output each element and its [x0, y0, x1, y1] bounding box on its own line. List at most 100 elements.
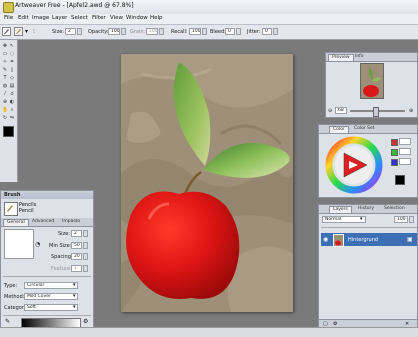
brush-spacing-field[interactable]: 20: [71, 253, 82, 260]
zoom-slider-handle[interactable]: [373, 107, 379, 117]
smudge-icon[interactable]: ☌: [9, 91, 15, 97]
mirror-icon[interactable]: ⇋: [9, 115, 15, 121]
bleed-field[interactable]: 0: [225, 28, 235, 35]
dropdown-arrow-icon[interactable]: ▾: [25, 28, 28, 35]
color-swatch-3[interactable]: [391, 159, 398, 166]
rotate-icon[interactable]: ↻: [2, 115, 8, 121]
size-spinner[interactable]: [77, 28, 82, 35]
brush-minsize-field[interactable]: 50: [71, 242, 82, 249]
brush-icon[interactable]: ✎: [2, 67, 8, 73]
preview-thumbnail: [360, 63, 384, 99]
shape-icon[interactable]: ◇: [9, 75, 15, 81]
chevron-down-icon: ▾: [73, 304, 76, 310]
hand-icon[interactable]: ✋: [2, 107, 8, 113]
menu-image[interactable]: Image: [32, 15, 49, 21]
tab-impasto[interactable]: Impasto: [59, 219, 83, 225]
select-rect-icon[interactable]: ▭: [2, 51, 8, 57]
menu-select[interactable]: Select: [71, 15, 88, 21]
preview-zoom-field[interactable]: 68: [335, 107, 347, 114]
opacity-spinner[interactable]: [121, 28, 126, 35]
preview-panel: Preview Info ⊖ 68 ⊕: [325, 52, 418, 118]
blur-icon[interactable]: ◐: [9, 99, 15, 105]
tab-advanced[interactable]: Advanced: [29, 219, 57, 225]
tab-general[interactable]: General: [3, 219, 29, 226]
gradient-icon[interactable]: ▤: [9, 83, 15, 89]
menu-help[interactable]: Help: [150, 15, 163, 21]
tab-selection[interactable]: Selection: [381, 206, 408, 212]
pencil-tool-icon[interactable]: [14, 27, 23, 36]
brush-method-select[interactable]: Mild Cover: [24, 293, 78, 300]
jitter-field[interactable]: 0: [262, 28, 272, 35]
color-wheel[interactable]: [325, 136, 383, 194]
jitter-spinner[interactable]: [273, 28, 278, 35]
document-canvas[interactable]: [121, 54, 293, 312]
color-swatch-2[interactable]: [391, 149, 398, 156]
layer-opacity-spinner[interactable]: [409, 216, 414, 223]
lock-icon[interactable]: ▣: [407, 236, 413, 243]
menu-layer[interactable]: Layer: [52, 15, 67, 21]
tool-settings-icon[interactable]: ⁝: [33, 28, 35, 35]
tab-info[interactable]: Info: [352, 54, 367, 60]
text-icon[interactable]: T: [2, 75, 8, 81]
brush-type-select[interactable]: Circular: [24, 282, 78, 289]
brush-minsize-spinner[interactable]: [83, 242, 88, 249]
tab-history[interactable]: History: [355, 206, 377, 212]
min-size-icon[interactable]: ◔: [35, 241, 40, 248]
brush-feature-spinner[interactable]: [83, 265, 88, 272]
brush-feature-field[interactable]: 1: [71, 265, 82, 272]
menu-file[interactable]: File: [4, 15, 13, 21]
opacity-field[interactable]: 100: [108, 28, 120, 35]
tab-preview[interactable]: Preview: [328, 54, 354, 61]
size-label: Size:: [52, 29, 64, 35]
layer-row[interactable]: ◉ Hintergrund ▣: [321, 233, 417, 247]
color-g-field[interactable]: [399, 148, 411, 155]
eyedropper-icon[interactable]: ⁄: [2, 91, 8, 97]
tab-layers[interactable]: Layers: [329, 206, 352, 213]
primary-color-swatch[interactable]: [3, 126, 14, 137]
window-title: Artweaver Free - [Apfel2.awd @ 67.8%]: [15, 2, 134, 9]
magic-wand-icon[interactable]: ✧: [2, 59, 8, 65]
zoom-icon[interactable]: ⌕: [9, 107, 15, 113]
menu-edit[interactable]: Edit: [18, 15, 29, 21]
move-tool-icon[interactable]: ✥: [2, 43, 8, 49]
grain-spinner[interactable]: [159, 28, 164, 35]
size-field[interactable]: 2: [65, 28, 76, 35]
tab-color-set[interactable]: Color Set: [351, 126, 378, 132]
brush-category-select[interactable]: Soft: [24, 304, 78, 311]
brush-variant[interactable]: Pencil: [19, 208, 34, 214]
menu-filter[interactable]: Filter: [92, 15, 106, 21]
brush-minsize-label: Min Size:: [49, 243, 72, 249]
lasso-icon[interactable]: ◌: [9, 51, 15, 57]
brush-category-icon[interactable]: [4, 202, 18, 216]
fill-icon[interactable]: ◍: [2, 83, 8, 89]
color-b-field[interactable]: [399, 158, 411, 165]
brush-options-icon[interactable]: ⚙: [83, 318, 88, 325]
brush-size-spinner[interactable]: [83, 230, 88, 237]
menu-view[interactable]: View: [110, 15, 123, 21]
recall-field[interactable]: 100: [189, 28, 201, 35]
color-current-swatch[interactable]: [395, 175, 405, 185]
grain-field[interactable]: 100: [146, 28, 158, 35]
brush-size-field[interactable]: 2: [71, 230, 82, 237]
brush-small-icon[interactable]: ✎: [5, 318, 10, 325]
brush-preset-icon[interactable]: [2, 27, 11, 36]
arrow-tool-icon[interactable]: ↖: [9, 43, 15, 49]
zoom-in-icon[interactable]: ⊕: [409, 108, 413, 114]
brush-type-label: Type:: [4, 283, 18, 289]
eraser-icon[interactable]: ▯: [9, 67, 15, 73]
bleed-spinner[interactable]: [236, 28, 241, 35]
recall-spinner[interactable]: [202, 28, 207, 35]
jitter-label: Jitter:: [247, 29, 261, 35]
color-r-field[interactable]: [399, 138, 411, 145]
clone-icon[interactable]: ⊕: [2, 99, 8, 105]
tab-color[interactable]: Color: [329, 126, 349, 133]
brush-spacing-spinner[interactable]: [83, 253, 88, 260]
menu-window[interactable]: Window: [126, 15, 148, 21]
zoom-out-icon[interactable]: ⊖: [328, 108, 332, 114]
layer-opacity-field[interactable]: 100: [394, 216, 408, 223]
layers-panel: Layers History Selection Normal ▾ 100 ◉ …: [318, 204, 418, 328]
color-swatch-1[interactable]: [391, 139, 398, 146]
crop-icon[interactable]: ⌗: [9, 59, 15, 65]
eye-icon[interactable]: ◉: [323, 236, 328, 243]
brush-preview: [4, 229, 34, 259]
